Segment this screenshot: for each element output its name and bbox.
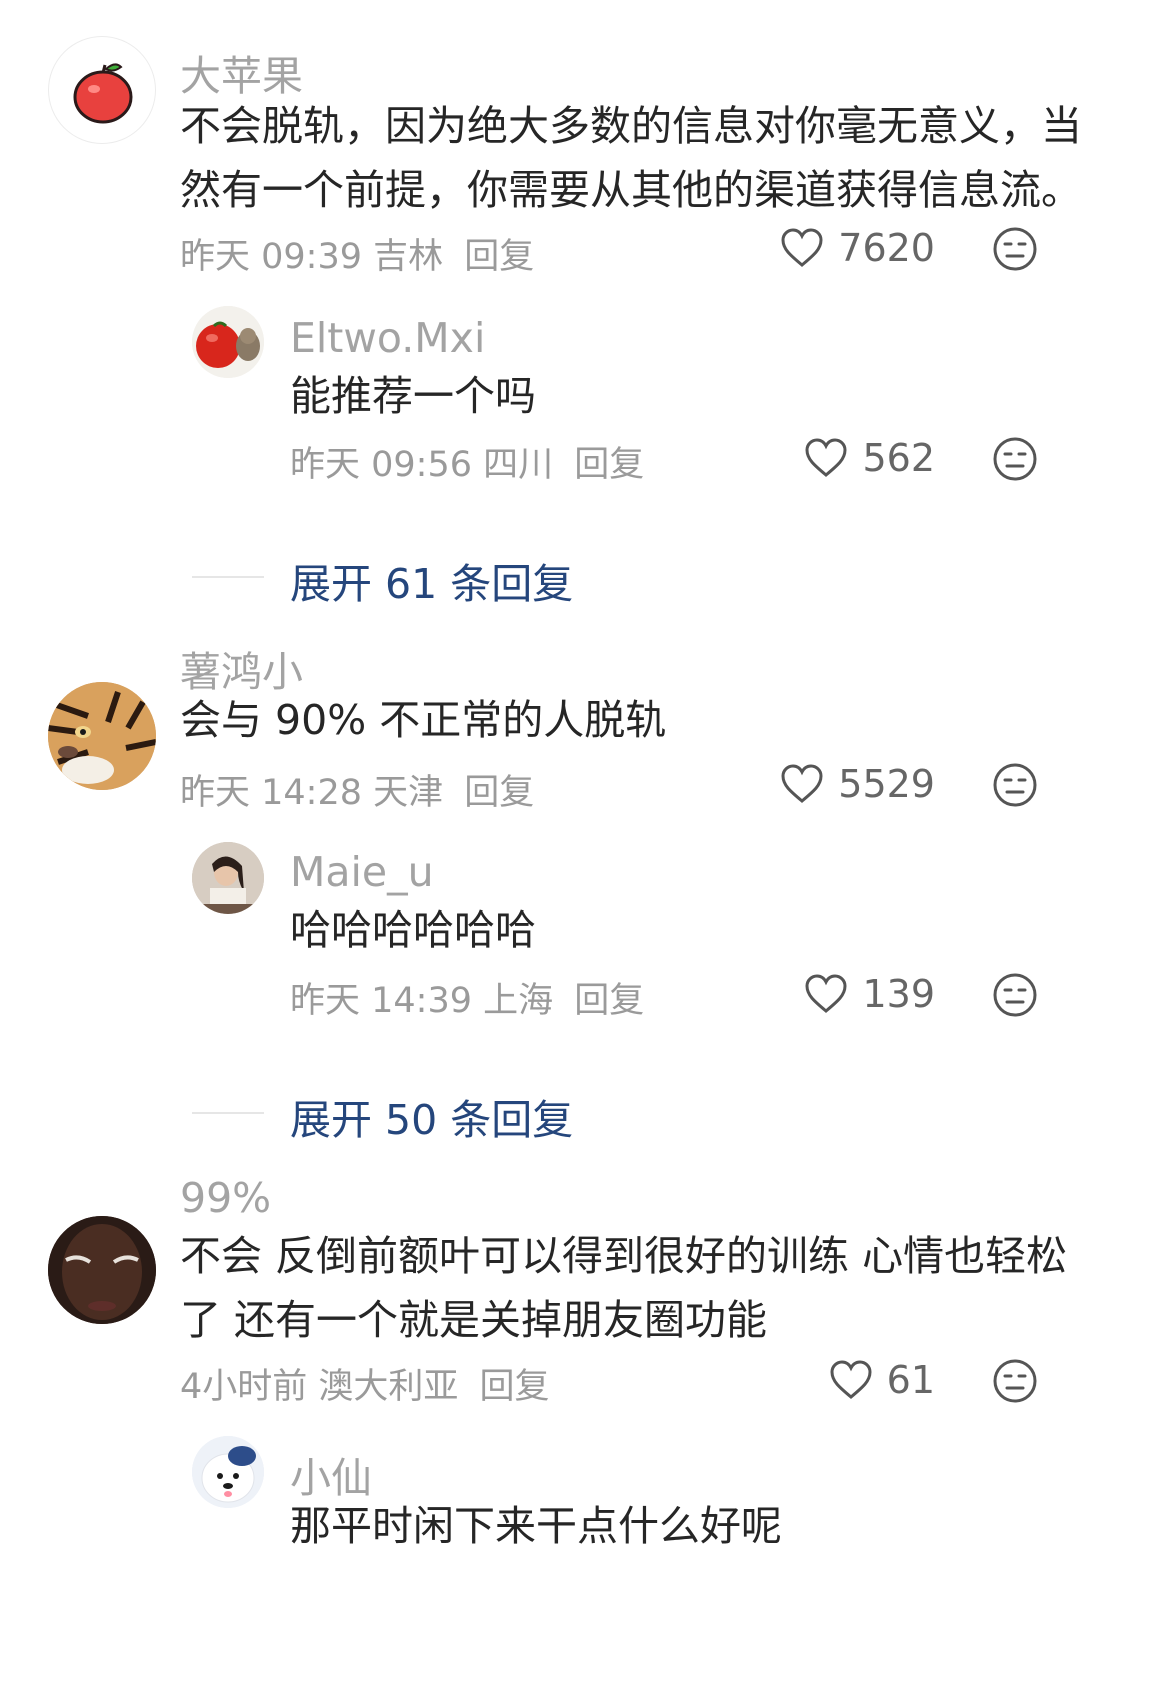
comment-meta: 昨天 09:39 吉林 回复	[180, 228, 534, 279]
heart-icon	[781, 764, 823, 803]
timestamp-location: 4小时前 澳大利亚	[180, 1367, 459, 1407]
comment-text: 不会 反倒前额叶可以得到很好的训练 心情也轻松 了 还有一个就是关掉朋友圈功能	[180, 1232, 1068, 1344]
username[interactable]: 大苹果	[180, 42, 303, 102]
expand-replies[interactable]: 展开 50 条回复	[0, 1082, 1170, 1144]
avatar[interactable]	[48, 1216, 156, 1324]
timestamp-location: 昨天 09:39 吉林	[180, 237, 444, 277]
girl-photo-avatar	[192, 842, 264, 914]
reply-button[interactable]: 回复	[464, 773, 534, 813]
reply-avatar[interactable]	[192, 842, 264, 914]
comment-text: 不会脱轨，因为绝大多数的信息对你毫无意义，当 然有一个前提，你需要从其他的渠道获…	[180, 102, 1082, 214]
username[interactable]: 99%	[180, 1174, 271, 1222]
puppy-avatar	[192, 1436, 264, 1508]
tiger-avatar	[48, 682, 156, 790]
like-count: 562	[862, 436, 935, 480]
dislike-emoji-icon[interactable]	[992, 1358, 1038, 1404]
reply-username[interactable]: Eltwo.Mxi	[290, 314, 485, 362]
reply-avatar[interactable]	[192, 306, 264, 378]
expand-replies-link[interactable]: 展开 50 条回复	[290, 1086, 573, 1146]
like-button[interactable]: 5529	[780, 762, 935, 806]
heart-icon	[830, 1360, 872, 1399]
like-count: 7620	[838, 226, 935, 270]
reply-button[interactable]: 回复	[464, 237, 534, 277]
expand-replies-link[interactable]: 展开 61 条回复	[290, 550, 573, 610]
tomato-hamster-avatar	[192, 306, 264, 378]
timestamp-location: 昨天 14:39 上海	[290, 981, 554, 1021]
comment-meta: 昨天 14:28 天津 回复	[180, 764, 534, 815]
like-count: 139	[862, 972, 935, 1016]
comment-meta: 4小时前 澳大利亚 回复	[180, 1358, 550, 1409]
dislike-emoji-icon[interactable]	[992, 972, 1038, 1018]
reply-avatar[interactable]	[192, 1436, 264, 1508]
like-count: 5529	[838, 762, 935, 806]
apple-icon	[73, 63, 133, 124]
reply-meta: 昨天 09:56 四川 回复	[290, 436, 644, 487]
reply-button[interactable]: 回复	[574, 981, 644, 1021]
reply-username[interactable]: Maie_u	[290, 848, 434, 896]
heart-icon	[805, 438, 847, 477]
reply-button[interactable]: 回复	[480, 1367, 550, 1407]
reply-text: 哈哈哈哈哈哈	[290, 906, 536, 954]
like-button[interactable]: 139	[804, 972, 935, 1016]
reply-text: 那平时闲下来干点什么好呢	[290, 1502, 782, 1550]
divider	[192, 576, 264, 578]
timestamp-location: 昨天 14:28 天津	[180, 773, 444, 813]
like-button[interactable]: 61	[829, 1358, 935, 1402]
dark-face-avatar	[48, 1216, 156, 1324]
avatar[interactable]	[48, 682, 156, 790]
dislike-emoji-icon[interactable]	[992, 762, 1038, 808]
dislike-emoji-icon[interactable]	[992, 226, 1038, 272]
heart-icon	[781, 228, 823, 267]
like-count: 61	[886, 1358, 935, 1402]
heart-icon	[805, 974, 847, 1013]
divider	[192, 1112, 264, 1114]
avatar[interactable]	[48, 36, 156, 144]
reply-text: 能推荐一个吗	[290, 372, 536, 420]
reply-meta: 昨天 14:39 上海 回复	[290, 972, 644, 1023]
dislike-emoji-icon[interactable]	[992, 436, 1038, 482]
like-button[interactable]: 7620	[780, 226, 935, 270]
expand-replies[interactable]: 展开 61 条回复	[0, 546, 1170, 608]
comment-text: 会与 90% 不正常的人脱轨	[180, 696, 667, 744]
timestamp-location: 昨天 09:56 四川	[290, 445, 554, 485]
like-button[interactable]: 562	[804, 436, 935, 480]
reply-button[interactable]: 回复	[574, 445, 644, 485]
